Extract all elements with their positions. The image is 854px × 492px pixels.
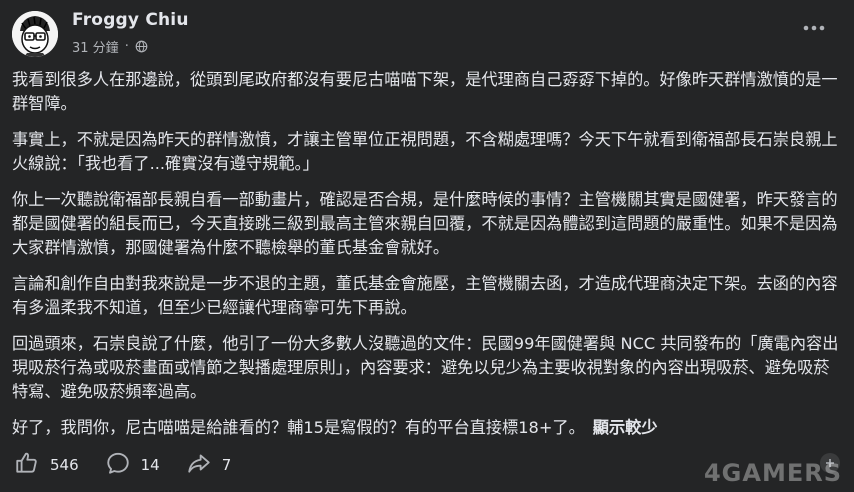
more-options-icon[interactable] xyxy=(800,18,828,38)
share-icon xyxy=(186,450,212,480)
post-paragraph: 你上一次聽說衛福部長親自看一部動畫片，確認是否合規，是什麼時候的事情？主管機關其… xyxy=(12,190,838,257)
watermark: 4GAMERS xyxy=(704,458,842,488)
like-icon xyxy=(14,450,40,480)
facebook-post: Froggy Chiu 31 分鐘 · 我看到很多人在那邊說，從頭到尾政府都沒有… xyxy=(0,0,854,492)
share-button[interactable]: 7 xyxy=(186,450,232,480)
globe-icon xyxy=(135,40,148,53)
post-header: Froggy Chiu 31 分鐘 · xyxy=(12,8,842,60)
share-count: 7 xyxy=(221,456,232,474)
like-count: 546 xyxy=(50,456,79,474)
author-avatar[interactable] xyxy=(12,11,58,57)
see-less-link[interactable]: 顯示較少 xyxy=(593,418,658,437)
post-body: 我看到很多人在那邊說，從頭到尾政府都沒有要尼古喵喵下架，是代理商自己孬孬下掉的。… xyxy=(12,68,840,440)
comment-button[interactable]: 14 xyxy=(105,450,160,480)
avatar-drawing xyxy=(12,11,58,57)
post-paragraph-last: 好了，我問你，尼古喵喵是給誰看的？輔15是寫假的？有的平台直接標18+了。 顯示較… xyxy=(12,416,840,440)
like-button[interactable]: 546 xyxy=(14,450,79,480)
post-paragraph-text: 好了，我問你，尼古喵喵是給誰看的？輔15是寫假的？有的平台直接標18+了。 xyxy=(12,418,585,437)
post-paragraph: 回過頭來，石崇良說了什麼，他引了一份大多數人沒聽過的文件：民國99年國健署與 N… xyxy=(12,334,839,401)
comment-count: 14 xyxy=(140,456,160,474)
meta-separator: · xyxy=(124,39,129,54)
post-meta: 31 分鐘 · xyxy=(72,37,148,56)
comment-icon xyxy=(105,450,131,480)
post-paragraph: 言論和創作自由對我來說是一步不退的主題，董氏基金會施壓，主管機關去函，才造成代理… xyxy=(12,274,838,317)
author-name[interactable]: Froggy Chiu xyxy=(72,10,189,30)
post-paragraph: 我看到很多人在那邊說，從頭到尾政府都沒有要尼古喵喵下架，是代理商自己孬孬下掉的。… xyxy=(12,70,838,113)
post-time[interactable]: 31 分鐘 xyxy=(72,37,119,56)
watermark-text: 4GAMERS xyxy=(703,459,842,487)
post-paragraph: 事實上，不就是因為昨天的群情激憤，才讓主管單位正視問題，不含糊處理嗎？今天下午就… xyxy=(12,130,838,173)
